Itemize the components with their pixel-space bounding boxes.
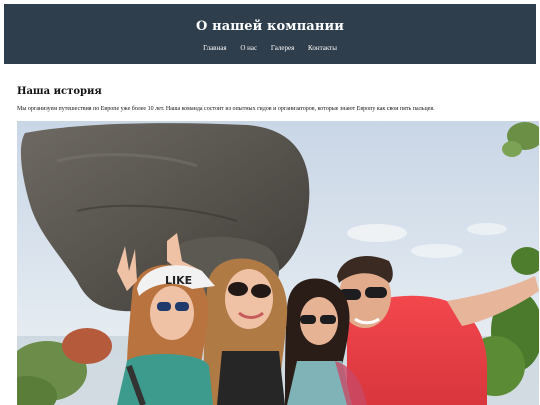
woman-face-2 — [225, 269, 273, 329]
site-title: О нашей компании — [196, 19, 344, 34]
woman-face-1 — [150, 286, 194, 340]
page: О нашей компании Главная О нас Галерея К… — [0, 0, 540, 405]
group-photo: LIKE — [17, 121, 539, 405]
main-nav: Главная О нас Галерея Контакты — [4, 44, 536, 52]
nav-link-gallery[interactable]: Галерея — [271, 44, 294, 52]
nav-link-home[interactable]: Главная — [203, 44, 227, 52]
cap-text: LIKE — [165, 274, 192, 287]
section-heading: Наша история — [17, 86, 102, 97]
section-paragraph: Мы организуем путешествия по Европе уже … — [17, 106, 435, 112]
nav-link-contacts[interactable]: Контакты — [308, 44, 337, 52]
nav-link-about[interactable]: О нас — [240, 44, 257, 52]
group-photo-illustration: LIKE — [17, 121, 539, 405]
site-header: О нашей компании Главная О нас Галерея К… — [4, 4, 536, 64]
